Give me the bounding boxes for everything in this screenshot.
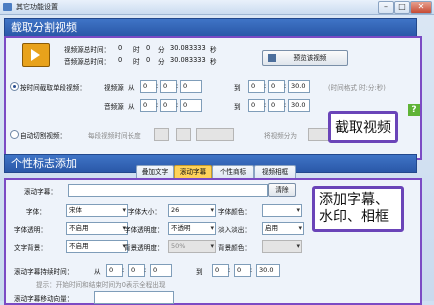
to-label: 到 <box>234 103 241 111</box>
from-label: 从 <box>128 103 135 111</box>
to-label: 到 <box>196 268 203 276</box>
font-alpha-select[interactable]: 不启用 <box>66 222 128 235</box>
text-bg-select[interactable]: 不启用 <box>66 240 128 253</box>
segment-count-label: 将视频分为 <box>264 132 297 140</box>
tab-overlay-text[interactable]: 叠加文字 <box>136 165 174 178</box>
bg-color-picker[interactable] <box>262 240 302 253</box>
to-label: 到 <box>234 84 241 92</box>
help-icon[interactable]: ? <box>408 104 420 116</box>
video-total-minutes: 0 <box>146 44 151 52</box>
video-icon <box>268 54 276 62</box>
font-color-label: 字体颜色： <box>218 208 251 216</box>
audio-total-minutes: 0 <box>146 56 151 64</box>
auto-split-radio[interactable] <box>10 130 19 139</box>
video-to-m[interactable]: 0 <box>268 80 285 93</box>
video-total-hours: 0 <box>118 44 123 52</box>
scroll-speed-label: 滚动字幕移动向量： <box>14 295 74 303</box>
bg-color-label: 背景颜色： <box>218 244 251 252</box>
auto-split-label: 自动切割视频： <box>20 132 67 140</box>
preview-video-label: 预览该视频 <box>293 54 327 62</box>
audio-total-label: 音频源总时间： <box>64 58 111 66</box>
tab-logo[interactable]: 个性商标 <box>212 165 254 178</box>
scroll-text-label: 滚动字幕： <box>24 188 57 196</box>
logo-callout: 添加字幕、 水印、相框 <box>312 186 404 232</box>
app-icon <box>3 3 12 11</box>
font-size-label: 字体大小： <box>128 208 161 216</box>
audio-from-h[interactable]: 0 <box>140 99 157 112</box>
by-time-label: 按时间截取单段视频： <box>20 84 86 92</box>
scroll-text-input[interactable] <box>68 184 268 197</box>
duration-hint: 提示：开始时间和结束时间为0表示全程出现 <box>36 281 166 289</box>
unit-second: 秒 <box>210 46 217 54</box>
clip-callout: 截取视频 <box>328 111 398 143</box>
audio-from-m[interactable]: 0 <box>160 99 177 112</box>
audio-total-hours: 0 <box>118 56 123 64</box>
unit-hour: 时 <box>133 46 140 54</box>
font-color-picker[interactable] <box>262 204 302 217</box>
from-label: 从 <box>128 84 135 92</box>
duration-to-h[interactable]: 0 <box>212 264 229 277</box>
font-label: 字体： <box>26 208 46 216</box>
bg-alpha-select[interactable]: 50% <box>168 240 216 253</box>
unit-hour: 时 <box>133 58 140 66</box>
clear-button[interactable]: 清除 <box>268 183 296 197</box>
audio-to-s[interactable]: 30.0 <box>288 99 310 112</box>
font-alpha-degree-select[interactable]: 不透明 <box>168 222 216 235</box>
maximize-button[interactable]: □ <box>394 1 410 14</box>
video-from-s[interactable]: 0 <box>180 80 202 93</box>
fade-select[interactable]: 启用 <box>262 222 304 235</box>
font-alpha-label: 字体透明： <box>14 226 47 234</box>
video-to-h[interactable]: 0 <box>248 80 265 93</box>
duration-from-m[interactable]: 0 <box>128 264 145 277</box>
preview-video-button[interactable]: 预览该视频 <box>262 50 348 66</box>
video-source-label: 视频源 <box>104 84 124 92</box>
video-from-m[interactable]: 0 <box>160 80 177 93</box>
duration-from-s[interactable]: 0 <box>150 264 172 277</box>
from-label: 从 <box>94 268 101 276</box>
duration-from-h[interactable]: 0 <box>106 264 123 277</box>
unit-second: 秒 <box>210 58 217 66</box>
tab-scroll-text[interactable]: 滚动字幕 <box>174 165 212 178</box>
film-icon <box>22 43 50 67</box>
title-bar: 其它功能设置 <box>0 0 434 15</box>
tab-frame[interactable]: 视频相框 <box>254 165 296 178</box>
duration-to-m[interactable]: 0 <box>234 264 251 277</box>
duration-to-s[interactable]: 30.0 <box>256 264 280 277</box>
video-total-seconds: 30.083333 <box>170 44 206 52</box>
font-size-select[interactable]: 26 <box>168 204 216 217</box>
segment-length-h[interactable] <box>154 128 169 141</box>
clip-section-header: 截取分割视频 <box>4 18 417 37</box>
duration-label: 滚动字幕持续时间： <box>14 268 74 276</box>
scroll-speed-input[interactable] <box>94 291 174 304</box>
fade-label: 淡入淡出： <box>218 226 251 234</box>
segment-length-s[interactable] <box>196 128 234 141</box>
audio-from-s[interactable]: 0 <box>180 99 202 112</box>
minimize-button[interactable]: – <box>378 1 394 14</box>
audio-total-seconds: 30.083333 <box>170 56 206 64</box>
font-select[interactable]: 宋体 <box>66 204 128 217</box>
video-to-s[interactable]: 30.0 <box>288 80 310 93</box>
video-from-h[interactable]: 0 <box>140 80 157 93</box>
segment-length-m[interactable] <box>176 128 191 141</box>
time-format-hint: (时间格式 时:分:秒) <box>328 84 386 92</box>
text-bg-label: 文字背景： <box>14 244 47 252</box>
by-time-radio[interactable] <box>10 82 19 91</box>
audio-source-label: 音频源 <box>104 103 124 111</box>
bg-alpha-label: 背景透明度： <box>124 244 164 252</box>
unit-minute: 分 <box>158 46 165 54</box>
unit-minute: 分 <box>158 58 165 66</box>
font-alpha-degree-label: 字体透明度： <box>124 226 164 234</box>
audio-to-m[interactable]: 0 <box>268 99 285 112</box>
video-total-label: 视频源总时间： <box>64 46 111 54</box>
segment-length-label: 每段视频时间长度 <box>88 132 141 140</box>
close-button[interactable]: ✕ <box>410 1 432 14</box>
audio-to-h[interactable]: 0 <box>248 99 265 112</box>
window-title: 其它功能设置 <box>16 3 58 11</box>
